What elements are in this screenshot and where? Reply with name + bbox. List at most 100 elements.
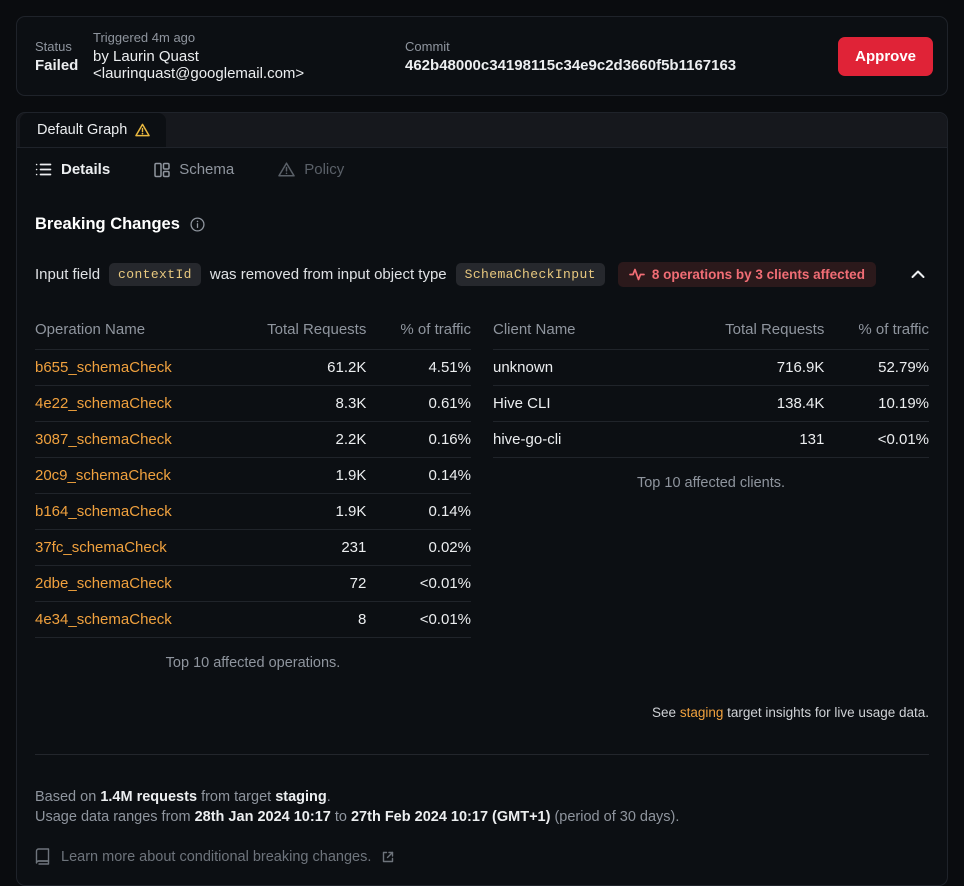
footer-text: . bbox=[327, 789, 331, 805]
operation-traffic: 0.14% bbox=[366, 494, 471, 530]
check-detail-card: Default Graph Details bbox=[16, 112, 948, 886]
operation-traffic: 0.61% bbox=[366, 386, 471, 422]
operation-link[interactable]: b655_schemaCheck bbox=[35, 359, 172, 376]
breaking-changes-header: Breaking Changes bbox=[35, 215, 929, 234]
footer-target-value: staging bbox=[275, 789, 327, 805]
operations-table: Operation Name Total Requests % of traff… bbox=[35, 311, 471, 638]
table-row: b655_schemaCheck 61.2K 4.51% bbox=[35, 350, 471, 386]
triggered-label: Triggered 4m ago bbox=[93, 30, 405, 45]
footer-text: Based on bbox=[35, 789, 96, 805]
type-chip: SchemaCheckInput bbox=[456, 263, 605, 286]
operation-link[interactable]: b164_schemaCheck bbox=[35, 503, 172, 520]
triggered-group: Triggered 4m ago by Laurin Quast <laurin… bbox=[93, 30, 405, 82]
breaking-change-row: Input field contextId was removed from i… bbox=[35, 262, 929, 287]
footer-date-to: 27th Feb 2024 10:17 (GMT+1) bbox=[351, 809, 550, 825]
footer-line-requests: Based on 1.4M requests from target stagi… bbox=[35, 787, 929, 807]
operations-col-traffic: % of traffic bbox=[366, 311, 471, 350]
clients-table-body: unknown 716.9K 52.79% Hive CLI 138.4K 10… bbox=[493, 350, 929, 458]
change-text-middle: was removed from input object type bbox=[210, 266, 447, 283]
detail-tabs: Details Schema Policy bbox=[17, 148, 947, 190]
alert-triangle-icon bbox=[278, 162, 295, 177]
table-row: 20c9_schemaCheck 1.9K 0.14% bbox=[35, 458, 471, 494]
staging-target-link[interactable]: staging bbox=[680, 705, 724, 720]
insights-note: See staging target insights for live usa… bbox=[35, 705, 929, 720]
check-summary-card: Status Failed Triggered 4m ago by Laurin… bbox=[16, 16, 948, 96]
status-group: Status Failed bbox=[35, 39, 93, 74]
clients-col-name: Client Name bbox=[493, 311, 702, 350]
table-row: b164_schemaCheck 1.9K 0.14% bbox=[35, 494, 471, 530]
client-requests: 716.9K bbox=[702, 350, 824, 386]
operation-link[interactable]: 4e34_schemaCheck bbox=[35, 611, 172, 628]
footer-text: from target bbox=[201, 789, 271, 805]
affected-badge: 8 operations by 3 clients affected bbox=[618, 262, 876, 287]
learn-more-label: Learn more about conditional breaking ch… bbox=[61, 849, 371, 865]
client-traffic: <0.01% bbox=[824, 422, 929, 458]
footer-divider bbox=[35, 754, 929, 755]
status-value: Failed bbox=[35, 57, 93, 74]
table-row: unknown 716.9K 52.79% bbox=[493, 350, 929, 386]
client-traffic: 52.79% bbox=[824, 350, 929, 386]
commit-label: Commit bbox=[405, 39, 838, 54]
affected-badge-label: 8 operations by 3 clients affected bbox=[652, 267, 865, 282]
clients-col-traffic: % of traffic bbox=[824, 311, 929, 350]
operation-traffic: 0.02% bbox=[366, 530, 471, 566]
footer-line-period: Usage data ranges from 28th Jan 2024 10:… bbox=[35, 807, 929, 827]
insights-note-prefix: See bbox=[652, 705, 676, 720]
operation-traffic: 4.51% bbox=[366, 350, 471, 386]
operation-link[interactable]: 37fc_schemaCheck bbox=[35, 539, 167, 556]
usage-tables: Operation Name Total Requests % of traff… bbox=[35, 311, 929, 671]
tab-details-label: Details bbox=[61, 161, 110, 178]
approve-button[interactable]: Approve bbox=[838, 37, 933, 76]
change-text-prefix: Input field bbox=[35, 266, 100, 283]
footer-requests-value: 1.4M requests bbox=[100, 789, 197, 805]
operation-link[interactable]: 3087_schemaCheck bbox=[35, 431, 172, 448]
operation-link[interactable]: 20c9_schemaCheck bbox=[35, 467, 171, 484]
table-row: hive-go-cli 131 <0.01% bbox=[493, 422, 929, 458]
operations-col-name: Operation Name bbox=[35, 311, 244, 350]
tab-details[interactable]: Details bbox=[35, 161, 110, 178]
tab-schema-label: Schema bbox=[179, 161, 234, 178]
pulse-icon bbox=[629, 268, 645, 281]
commit-group: Commit 462b48000c34198115c34e9c2d3660f5b… bbox=[405, 39, 838, 74]
learn-more-link[interactable]: Learn more about conditional breaking ch… bbox=[35, 848, 394, 885]
table-row: 3087_schemaCheck 2.2K 0.16% bbox=[35, 422, 471, 458]
client-requests: 131 bbox=[702, 422, 824, 458]
clients-caption: Top 10 affected clients. bbox=[493, 475, 929, 491]
operation-requests: 1.9K bbox=[244, 458, 366, 494]
clients-table-wrap: Client Name Total Requests % of traffic … bbox=[493, 311, 929, 671]
clients-table: Client Name Total Requests % of traffic … bbox=[493, 311, 929, 458]
insights-note-suffix: target insights for live usage data. bbox=[727, 705, 929, 720]
operation-link[interactable]: 2dbe_schemaCheck bbox=[35, 575, 172, 592]
operation-traffic: 0.14% bbox=[366, 458, 471, 494]
client-name: hive-go-cli bbox=[493, 422, 702, 458]
list-icon bbox=[35, 162, 52, 177]
operation-link[interactable]: 4e22_schemaCheck bbox=[35, 395, 172, 412]
external-link-icon bbox=[382, 851, 394, 863]
table-row: Hive CLI 138.4K 10.19% bbox=[493, 386, 929, 422]
table-row: 37fc_schemaCheck 231 0.02% bbox=[35, 530, 471, 566]
operation-requests: 72 bbox=[244, 566, 366, 602]
operation-requests: 8.3K bbox=[244, 386, 366, 422]
operations-col-requests: Total Requests bbox=[244, 311, 366, 350]
triggered-author: by Laurin Quast <laurinquast@googlemail.… bbox=[93, 48, 405, 82]
footer-date-from: 28th Jan 2024 10:17 bbox=[195, 809, 331, 825]
book-icon bbox=[35, 848, 50, 865]
client-name: unknown bbox=[493, 350, 702, 386]
operations-table-wrap: Operation Name Total Requests % of traff… bbox=[35, 311, 471, 671]
collapse-chevron-button[interactable] bbox=[907, 266, 929, 283]
footer-text: Usage data ranges from bbox=[35, 809, 191, 825]
status-label: Status bbox=[35, 39, 93, 54]
operation-requests: 2.2K bbox=[244, 422, 366, 458]
tab-policy-label: Policy bbox=[304, 161, 344, 178]
info-icon[interactable] bbox=[190, 217, 205, 232]
footer-text: (period of 30 days). bbox=[554, 809, 679, 825]
tab-schema[interactable]: Schema bbox=[154, 161, 234, 178]
tab-default-graph[interactable]: Default Graph bbox=[20, 113, 166, 147]
warning-icon bbox=[135, 123, 150, 137]
section-title: Breaking Changes bbox=[35, 215, 180, 234]
tab-policy[interactable]: Policy bbox=[278, 161, 344, 178]
graph-tabstrip: Default Graph bbox=[17, 113, 947, 148]
schema-icon bbox=[154, 162, 170, 178]
operation-traffic: <0.01% bbox=[366, 602, 471, 638]
operation-requests: 231 bbox=[244, 530, 366, 566]
